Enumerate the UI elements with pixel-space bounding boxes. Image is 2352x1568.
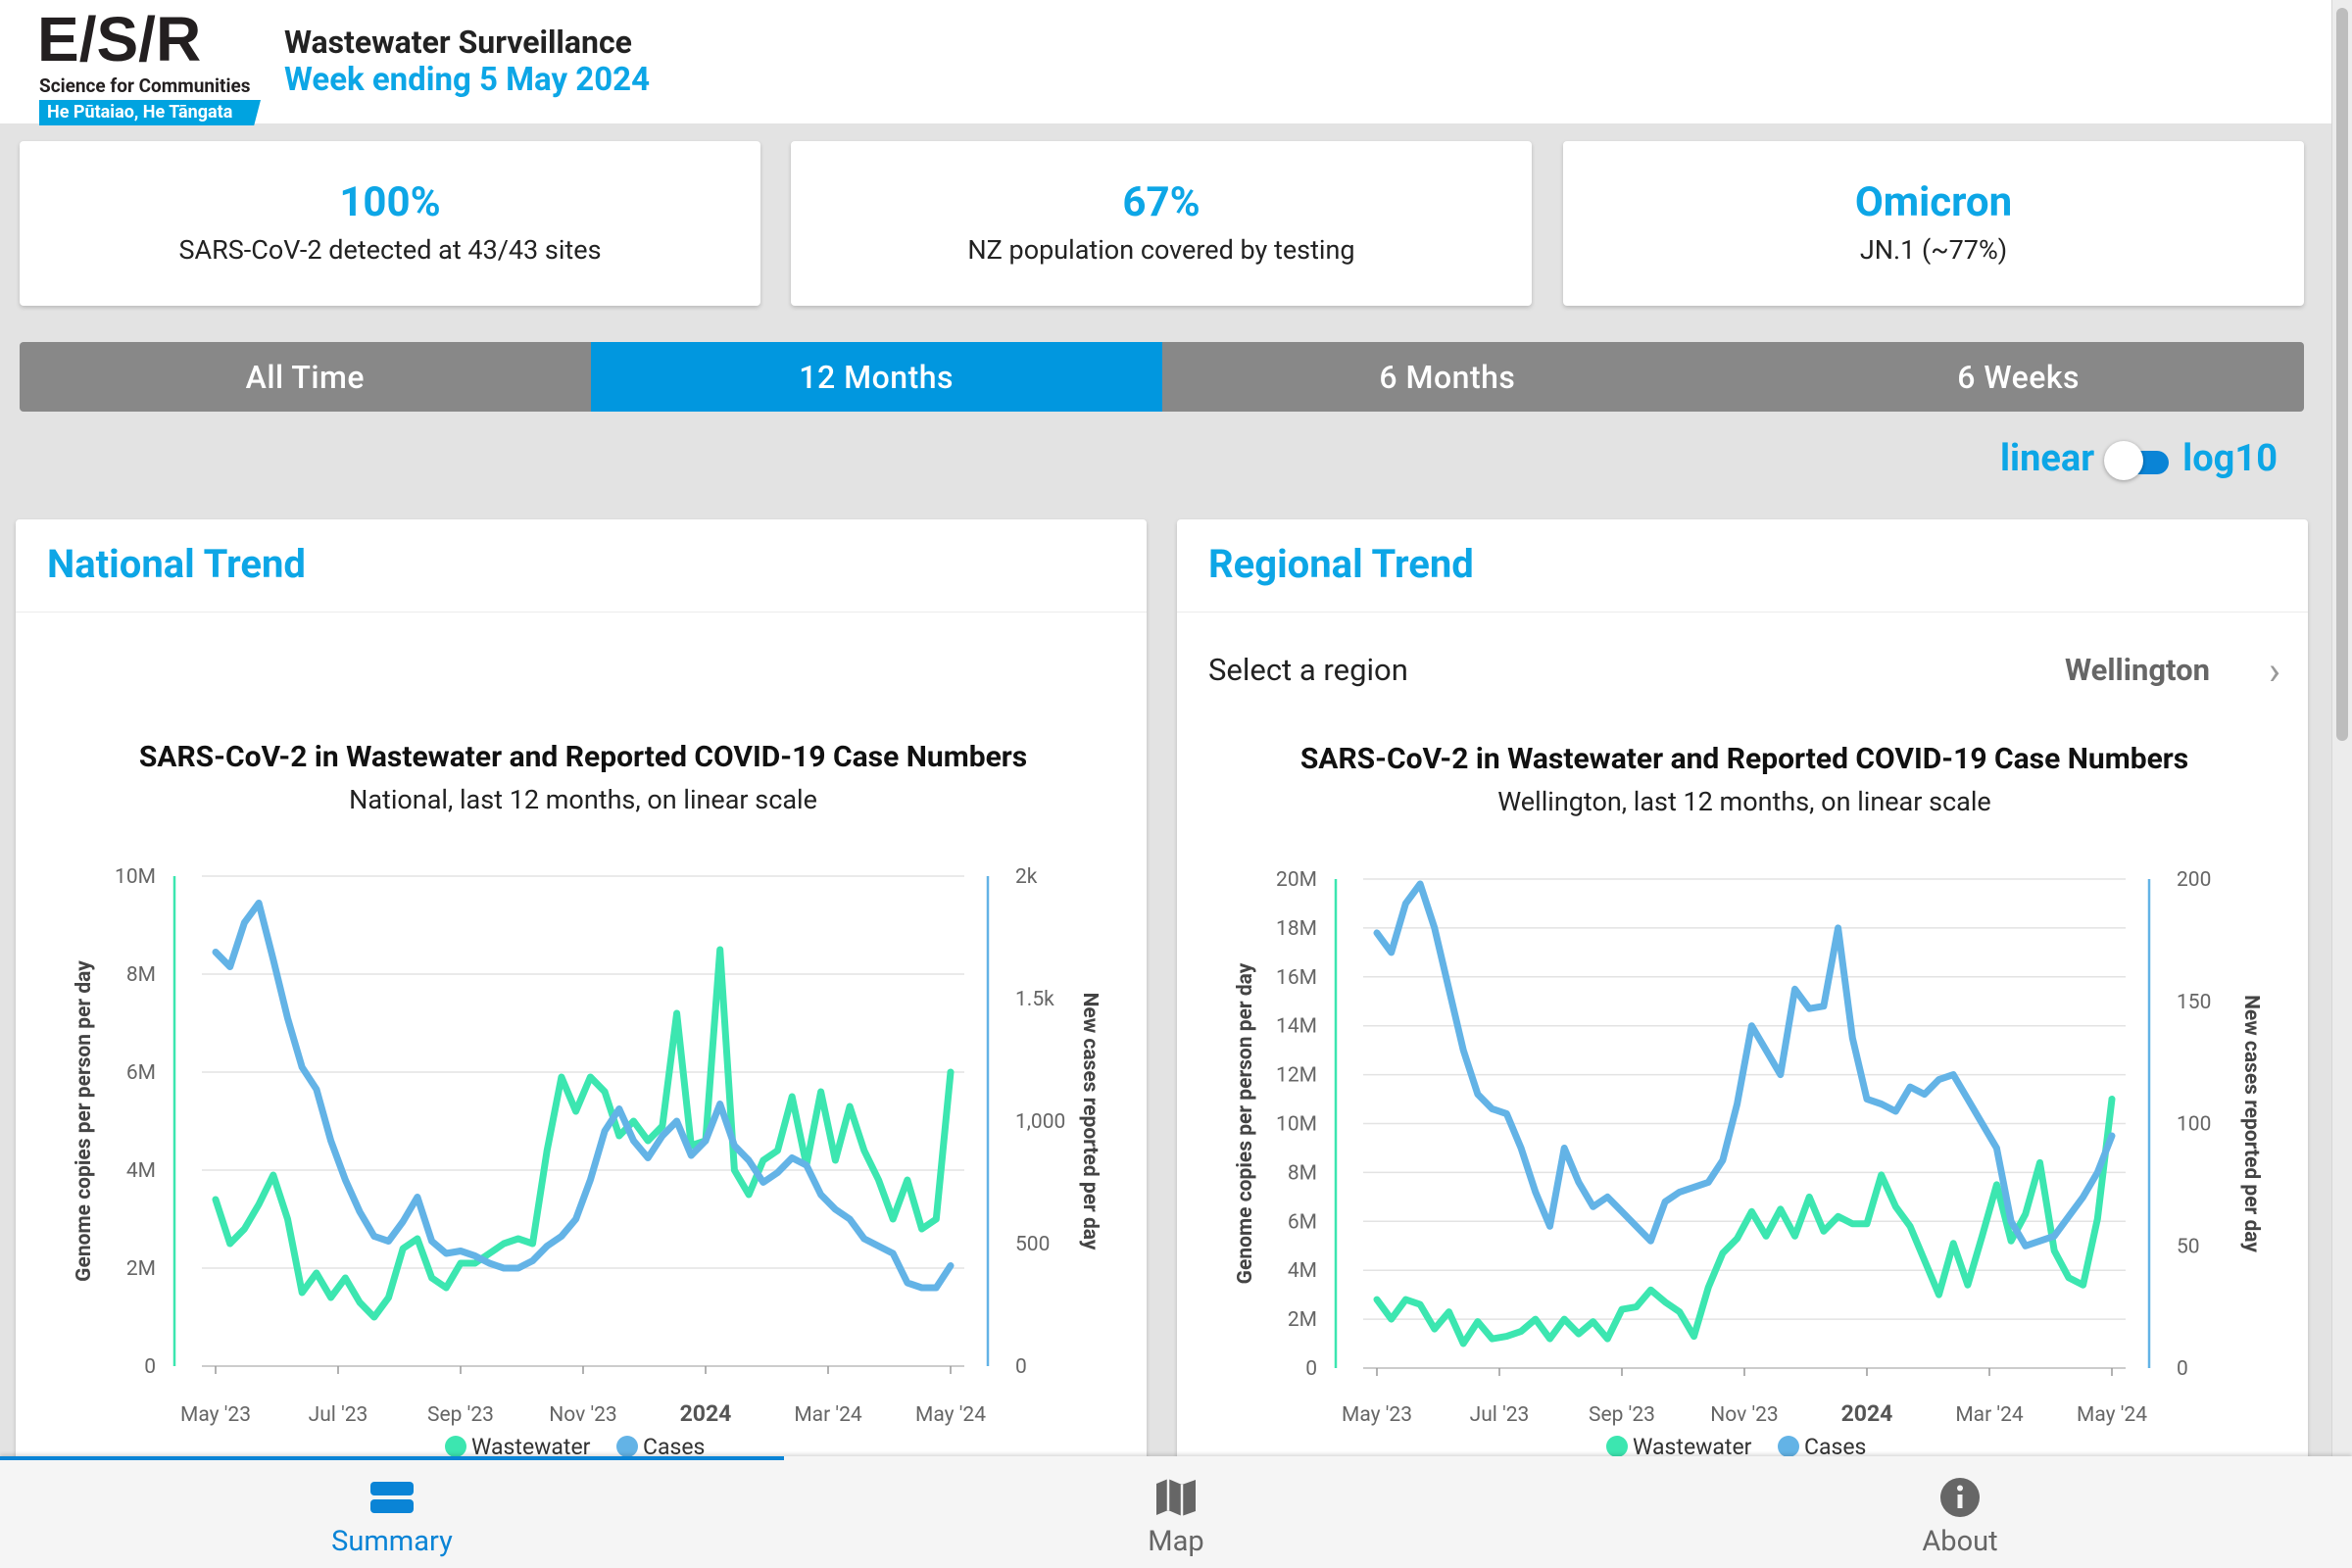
y-tick-label: 10M	[115, 865, 156, 889]
kpi-card-coverage: 67% NZ population covered by testing	[791, 141, 1532, 306]
y2-tick-label: 150	[2177, 991, 2211, 1014]
logo-tagline: Science for Communities	[39, 74, 251, 97]
regional-chart[interactable]: SARS-CoV-2 in Wastewater and Reported CO…	[1177, 519, 2308, 1480]
national-chart[interactable]: SARS-CoV-2 in Wastewater and Reported CO…	[16, 519, 1147, 1480]
y-tick-label: 8M	[126, 963, 156, 987]
chart-subtitle: National, last 12 months, on linear scal…	[349, 784, 817, 815]
switch-knob[interactable]	[2104, 441, 2144, 480]
kpi-label: SARS-CoV-2 detected at 43/43 sites	[178, 234, 602, 266]
legend-marker[interactable]	[445, 1436, 466, 1457]
kpi-card-detection: 100% SARS-CoV-2 detected at 43/43 sites	[20, 141, 760, 306]
y-tick-label: 12M	[1276, 1064, 1317, 1088]
regional-trend-card: Regional Trend Select a region Wellingto…	[1177, 519, 2308, 1480]
y-tick-label: 0	[144, 1355, 156, 1379]
y2-tick-label: 0	[2177, 1357, 2188, 1381]
x-tick-label: May '23	[1342, 1403, 1412, 1427]
y-tick-label: 6M	[1288, 1210, 1317, 1234]
time-range-tabs: All Time 12 Months 6 Months 6 Weeks	[20, 342, 2304, 412]
summary-icon	[368, 1476, 416, 1519]
x-tick-label: Nov '23	[549, 1403, 616, 1427]
nav-about[interactable]: About	[1568, 1456, 2352, 1568]
map-icon	[1152, 1476, 1200, 1519]
nav-map-label: Map	[1148, 1525, 1204, 1558]
x-tick-label: Sep '23	[1589, 1403, 1655, 1427]
y2-axis-title: New cases reported per day	[1078, 993, 1102, 1250]
legend-marker[interactable]	[616, 1436, 638, 1457]
logo-tagline-maori: He Pūtaiao, He Tāngata	[39, 100, 261, 125]
nav-map[interactable]: Map	[784, 1456, 1568, 1568]
nav-about-label: About	[1922, 1525, 1998, 1558]
nav-summary[interactable]: Summary	[0, 1456, 784, 1568]
app-title: Wastewater Surveillance	[284, 24, 632, 61]
tab-6-weeks[interactable]: 6 Weeks	[1733, 342, 2304, 412]
nav-summary-label: Summary	[331, 1525, 453, 1558]
y-tick-label: 18M	[1276, 917, 1317, 941]
svg-text:E/S/R: E/S/R	[37, 8, 201, 69]
x-tick-label: Mar '24	[794, 1403, 862, 1427]
kpi-card-variant: Omicron JN.1 (~77%)	[1563, 141, 2304, 306]
kpi-value: Omicron	[1854, 178, 2013, 226]
y2-tick-label: 500	[1015, 1233, 1050, 1256]
y-tick-label: 8M	[1288, 1161, 1317, 1185]
national-trend-card: National Trend SARS-CoV-2 in Wastewater …	[16, 519, 1147, 1480]
x-tick-label: May '24	[2077, 1403, 2147, 1427]
tab-12-months[interactable]: 12 Months	[590, 342, 1162, 412]
legend-marker[interactable]	[1778, 1436, 1799, 1457]
y-axis-title: Genome copies per person per day	[73, 960, 96, 1282]
y2-tick-label: 0	[1015, 1355, 1027, 1379]
scale-linear-label[interactable]: linear	[2000, 437, 2094, 480]
week-ending: Week ending 5 May 2024	[284, 61, 651, 99]
nav-active-indicator	[0, 1456, 784, 1460]
kpi-value: 100%	[339, 178, 441, 226]
chart-title: SARS-CoV-2 in Wastewater and Reported CO…	[1300, 742, 2188, 776]
y-tick-label: 0	[1305, 1357, 1317, 1381]
scale-switch[interactable]	[2104, 439, 2173, 480]
y2-tick-label: 200	[2177, 868, 2211, 892]
y2-tick-label: 1.5k	[1015, 988, 1054, 1011]
bottom-nav: Summary Map About	[0, 1456, 2352, 1568]
x-tick-label: May '23	[180, 1403, 251, 1427]
y2-tick-label: 1,000	[1015, 1110, 1065, 1134]
kpi-label: JN.1 (~77%)	[1859, 234, 2008, 266]
x-tick-label: 2024	[1841, 1400, 1893, 1427]
y2-tick-label: 2k	[1015, 865, 1038, 889]
kpi-label: NZ population covered by testing	[967, 234, 1355, 266]
y-tick-label: 16M	[1276, 966, 1317, 990]
kpi-value: 67%	[1122, 178, 1200, 226]
logo-mark: E/S/R	[37, 8, 265, 69]
tab-all-time[interactable]: All Time	[20, 342, 591, 412]
y-axis-title: Genome copies per person per day	[1234, 962, 1257, 1284]
y-tick-label: 20M	[1276, 868, 1317, 892]
chart-title: SARS-CoV-2 in Wastewater and Reported CO…	[139, 740, 1027, 774]
app-header: E/S/R Science for Communities He Pūtaiao…	[0, 0, 2332, 125]
legend-marker[interactable]	[1606, 1436, 1628, 1457]
y-tick-label: 4M	[1288, 1259, 1317, 1283]
y2-tick-label: 100	[2177, 1113, 2211, 1137]
y-tick-label: 4M	[126, 1159, 156, 1183]
x-tick-label: Mar '24	[1955, 1403, 2024, 1427]
x-tick-label: Nov '23	[1710, 1403, 1778, 1427]
esr-logo[interactable]: E/S/R Science for Communities He Pūtaiao…	[37, 8, 265, 125]
y2-tick-label: 50	[2177, 1235, 2200, 1258]
y-tick-label: 2M	[1288, 1308, 1317, 1332]
y-tick-label: 10M	[1276, 1113, 1317, 1137]
x-tick-label: Sep '23	[427, 1403, 494, 1427]
x-tick-label: May '24	[915, 1403, 986, 1427]
y2-axis-title: New cases reported per day	[2239, 995, 2263, 1252]
y-tick-label: 2M	[126, 1257, 156, 1281]
x-tick-label: Jul '23	[1470, 1403, 1530, 1427]
x-tick-label: 2024	[680, 1400, 732, 1427]
x-tick-label: Jul '23	[309, 1403, 368, 1427]
y-tick-label: 6M	[126, 1061, 156, 1085]
tab-6-months[interactable]: 6 Months	[1162, 342, 1734, 412]
chart-subtitle: Wellington, last 12 months, on linear sc…	[1497, 786, 1990, 817]
scrollbar-thumb[interactable]	[2336, 8, 2348, 741]
scale-toggle: linear log10	[2000, 437, 2278, 480]
page-scrollbar[interactable]	[2331, 0, 2352, 1568]
scale-log10-label[interactable]: log10	[2182, 437, 2278, 480]
info-icon	[1936, 1476, 1984, 1519]
y-tick-label: 14M	[1276, 1015, 1317, 1039]
